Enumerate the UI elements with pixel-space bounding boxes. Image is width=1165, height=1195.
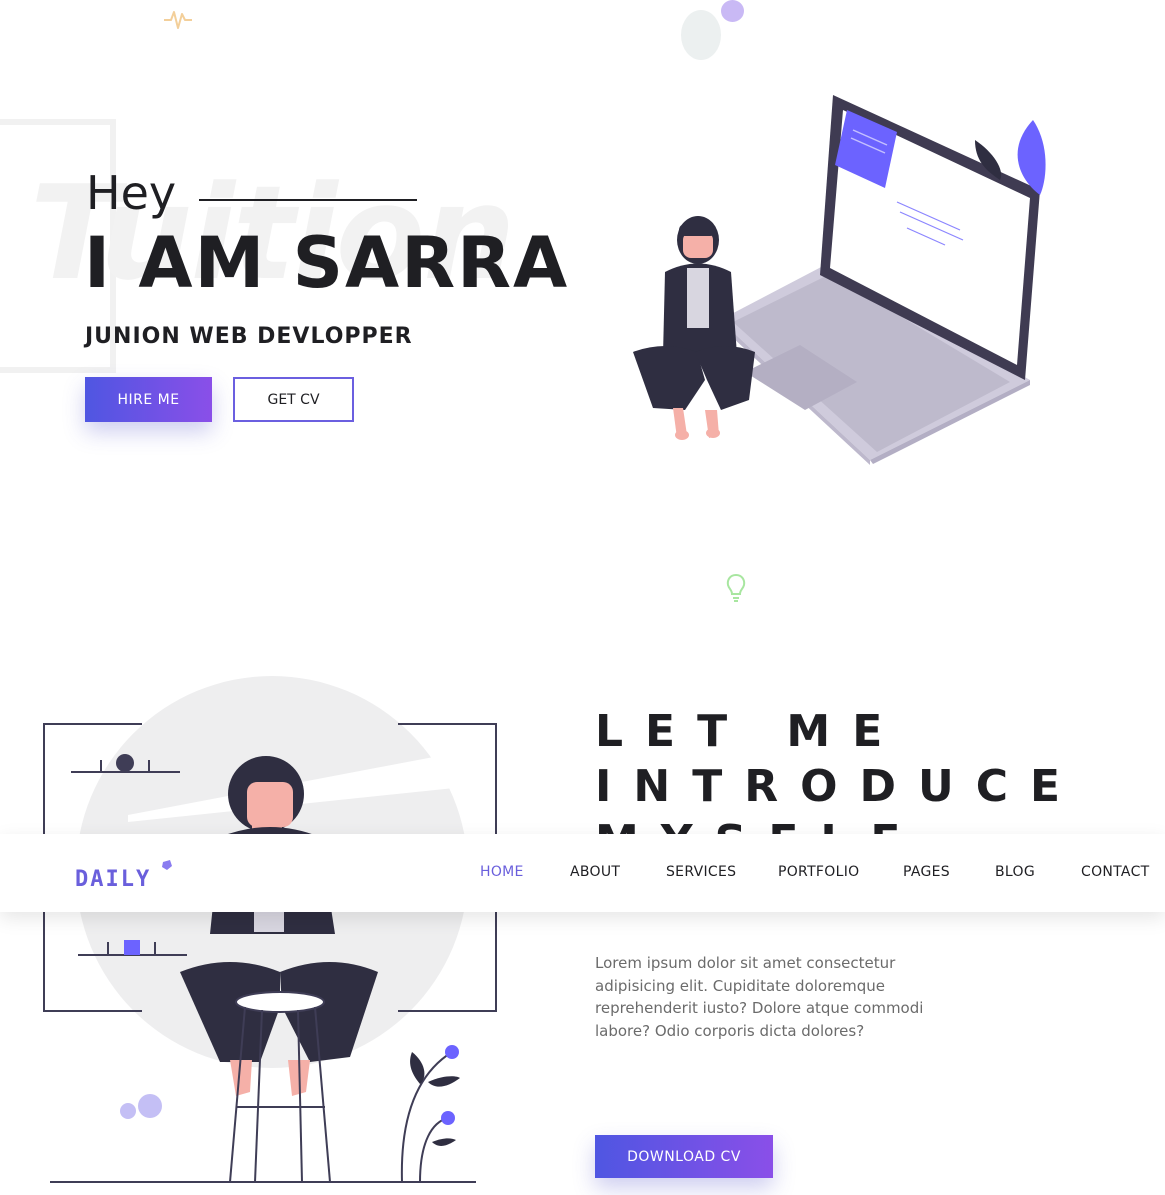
get-cv-button[interactable]: GET CV xyxy=(233,377,354,422)
download-cv-button[interactable]: DOWNLOAD CV xyxy=(595,1135,773,1178)
hero-name: I AM SARRA xyxy=(84,222,570,304)
about-illustration xyxy=(43,676,497,1183)
hero-laptop-illustration xyxy=(633,95,1046,465)
nav-portfolio[interactable]: PORTFOLIO xyxy=(778,864,859,880)
decorative-dot xyxy=(721,0,744,22)
nav-about[interactable]: ABOUT xyxy=(570,864,620,880)
about-text: Lorem ipsum dolor sit amet consectetur a… xyxy=(595,954,924,1040)
pulse-icon xyxy=(164,11,192,29)
hire-me-button[interactable]: HIRE ME xyxy=(85,377,212,422)
hero-greeting: Hey xyxy=(86,166,177,220)
hero-divider xyxy=(199,199,417,201)
nav-home[interactable]: HOME xyxy=(480,864,524,880)
logo-text: DAILY xyxy=(75,867,151,892)
nav-pages[interactable]: PAGES xyxy=(903,864,950,880)
lightbulb-icon xyxy=(726,573,746,602)
decorative-blob xyxy=(681,10,721,60)
hero-role: JUNION WEB DEVLOPPER xyxy=(85,324,413,349)
nav-contact[interactable]: CONTACT xyxy=(1081,864,1150,880)
nav-services[interactable]: SERVICES xyxy=(666,864,736,880)
logo[interactable]: DAILY xyxy=(75,858,185,894)
nav-blog[interactable]: BLOG xyxy=(995,864,1035,880)
